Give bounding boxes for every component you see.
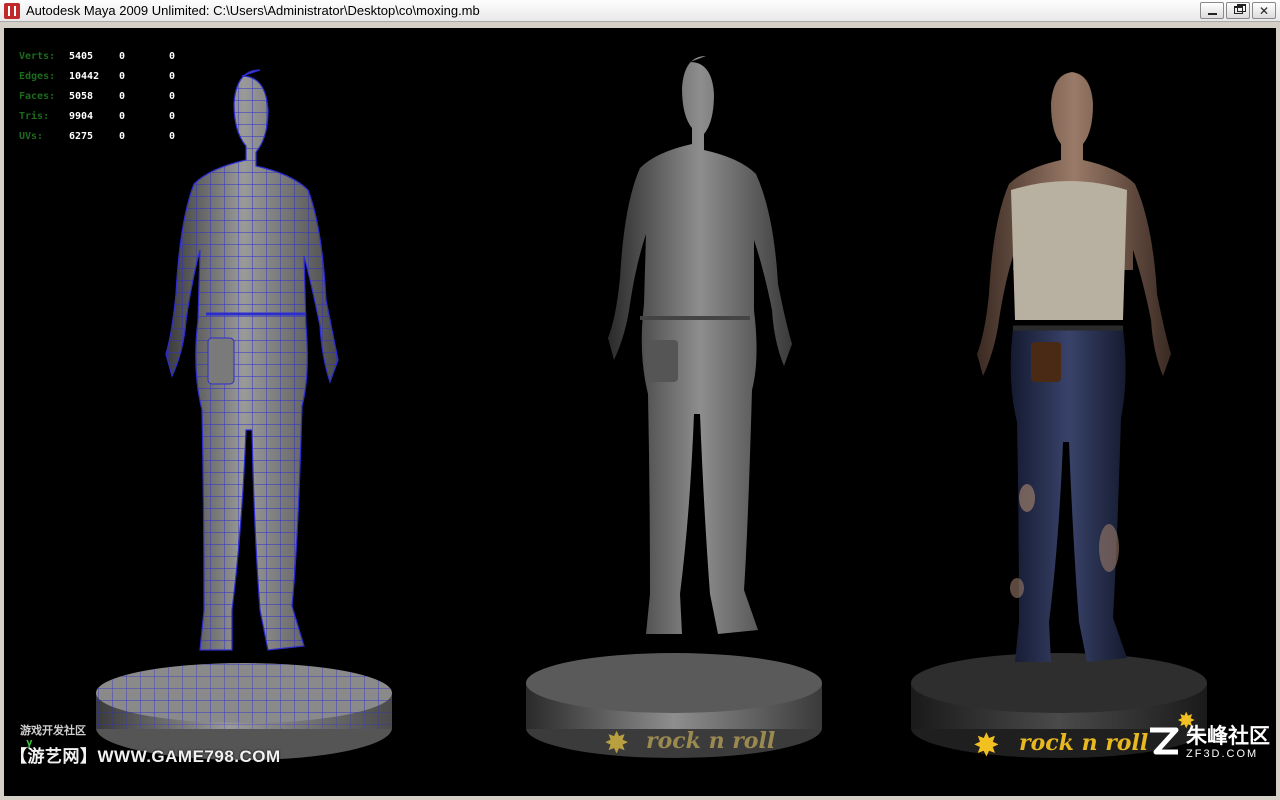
sun-emblem-icon: ✸ [604,726,629,761]
zf3d-logo-icon [1150,727,1179,755]
gray-sculpt-model[interactable]: rock n roll ✸ [514,28,834,768]
watermark-small-text: 游戏开发社区 [20,724,86,737]
pedestal-text-textured: rock n roll [1019,730,1148,756]
sun-emblem-icon: ✸ [973,726,1000,764]
hud-label: Edges: [19,70,56,82]
window-title: Autodesk Maya 2009 Unlimited: C:\Users\A… [26,3,480,18]
watermark-site-text: 【游艺网】WWW.GAME798.COM [10,747,281,766]
restore-button[interactable] [1226,2,1250,19]
window-frame-right [1276,22,1280,800]
hud-label: UVs: [19,130,44,142]
wireframe-model[interactable] [84,28,404,768]
watermark-logo-en: ZF3D.COM [1186,748,1259,760]
minimize-icon [1208,13,1217,15]
maya-viewport[interactable]: Verts: 5405 0 0 Edges: 10442 0 0 Faces: … [4,28,1276,796]
restore-icon [1234,4,1246,14]
window-controls: ✕ [1200,2,1276,19]
hud-label: Verts: [19,50,56,62]
close-icon: ✕ [1259,4,1270,18]
minimize-button[interactable] [1200,2,1224,19]
hud-label: Faces: [19,90,56,102]
textured-model[interactable]: rock n roll ✸ ✸ [899,28,1219,768]
window-frame-bottom [0,796,1280,800]
watermark-logo-cn: 朱峰社区 [1186,724,1270,748]
character-body-textured [977,72,1171,662]
watermark-logo: 朱峰社区 ZF3D.COM [1146,724,1270,760]
character-body-wire [165,69,339,651]
hud-label: Tris: [19,110,50,122]
pedestal-gray: rock n roll ✸ [526,653,822,761]
pedestal-text-gray: rock n roll [646,728,775,754]
watermark-logo-text: 朱峰社区 ZF3D.COM [1186,724,1270,760]
window-title-bar[interactable]: Autodesk Maya 2009 Unlimited: C:\Users\A… [0,0,1280,22]
character-body-gray [608,56,792,634]
maya-app-icon[interactable] [4,3,20,19]
close-button[interactable]: ✕ [1252,2,1276,19]
